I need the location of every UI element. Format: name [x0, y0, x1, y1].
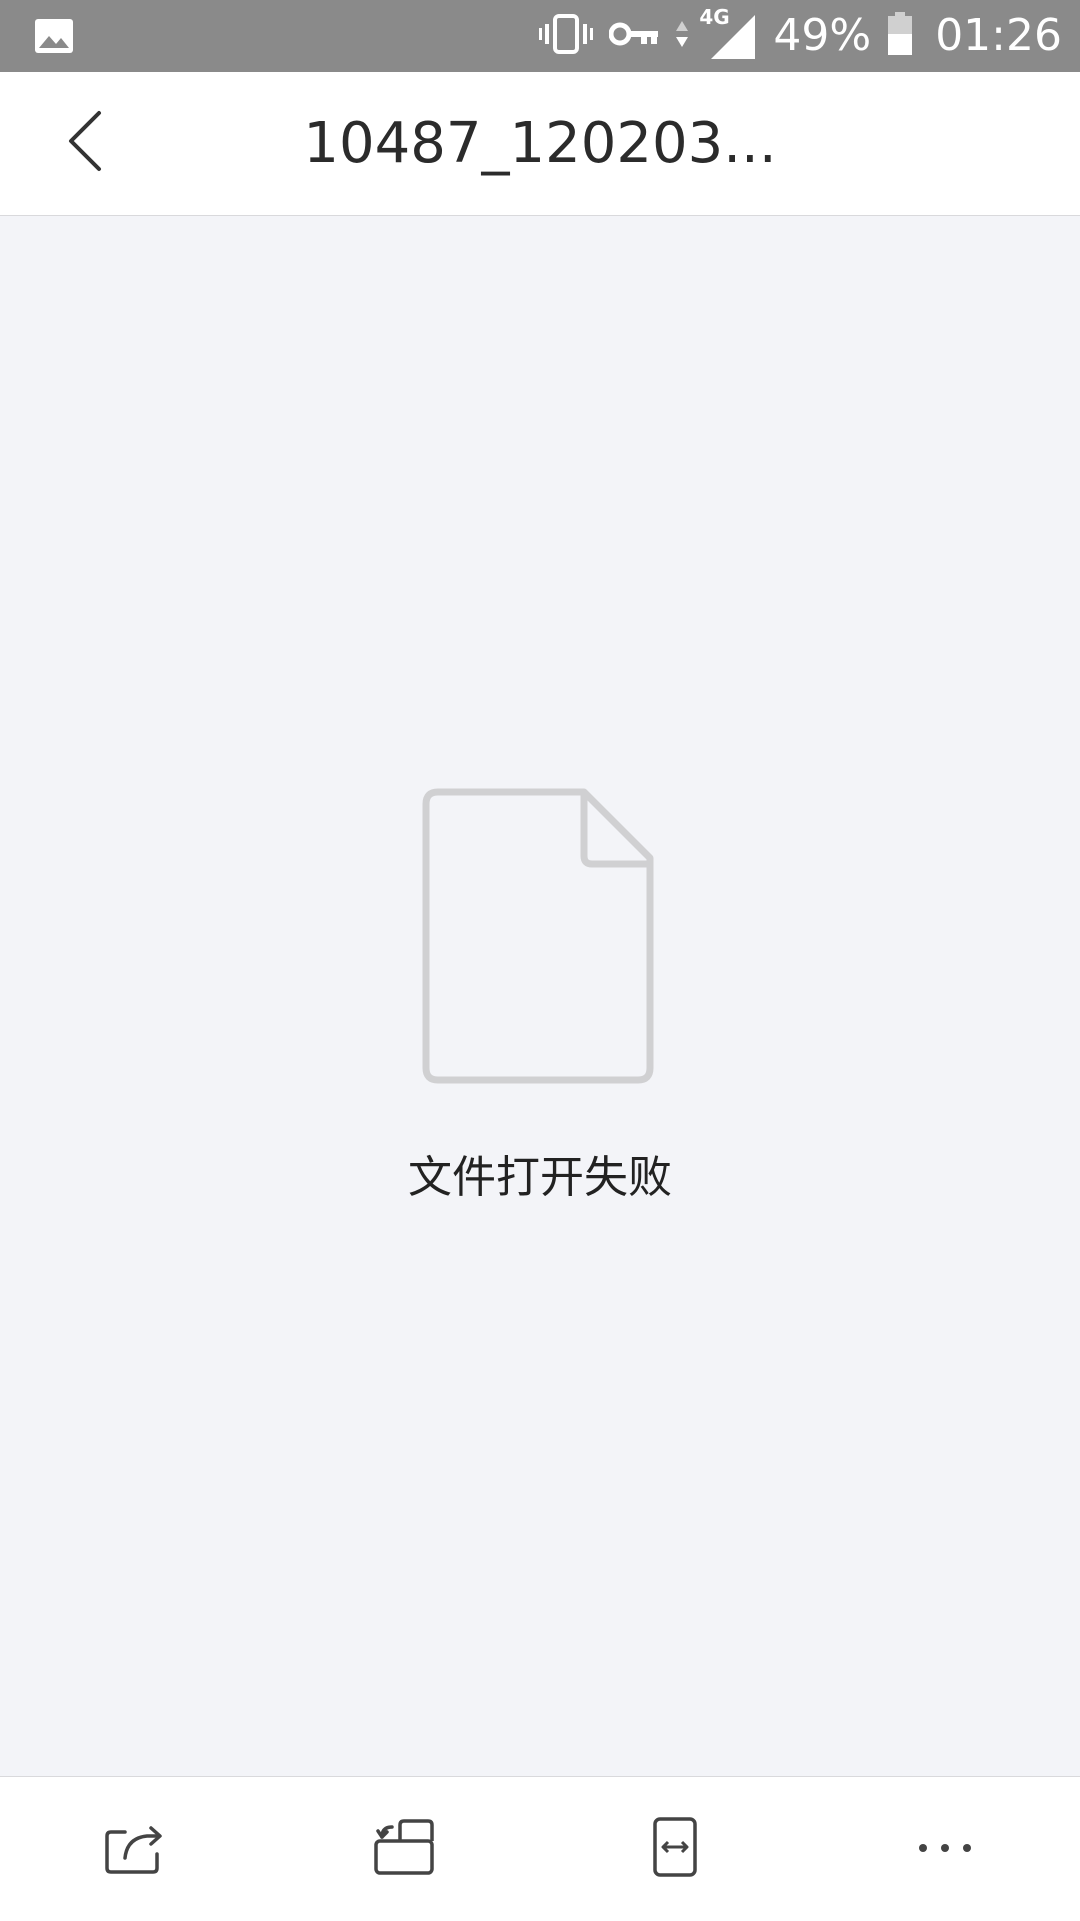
bottom-toolbar [0, 1776, 1080, 1921]
signal-4g-icon: 4G [699, 5, 757, 61]
open-with-button[interactable] [270, 1777, 540, 1921]
page-title: 10487_120203... [303, 111, 777, 176]
battery-icon [887, 12, 913, 60]
blank-file-icon [420, 786, 670, 1086]
fit-width-button[interactable] [540, 1777, 810, 1921]
clock: 01:26 [935, 10, 1062, 61]
battery-percent: 49% [773, 10, 872, 61]
status-icons: 4G 49% 01:26 [539, 0, 1062, 72]
share-button[interactable] [0, 1777, 270, 1921]
vibrate-icon [539, 12, 594, 60]
chevron-left-icon [65, 109, 105, 177]
app-header: 10487_120203... [0, 72, 1080, 216]
data-arrows-icon [675, 19, 689, 53]
document-viewer: 文件打开失败 [0, 216, 1080, 1776]
vpn-key-icon [608, 17, 659, 55]
share-icon [103, 1818, 167, 1880]
image-notification-icon [34, 18, 74, 54]
fit-width-icon [651, 1815, 699, 1883]
more-button[interactable] [810, 1777, 1080, 1921]
more-icon [915, 1840, 975, 1859]
error-message: 文件打开失败 [408, 1152, 672, 1203]
open-with-icon [372, 1817, 438, 1881]
back-button[interactable] [50, 108, 120, 178]
status-bar: 4G 49% 01:26 [0, 0, 1080, 72]
network-type-label: 4G [699, 5, 730, 29]
